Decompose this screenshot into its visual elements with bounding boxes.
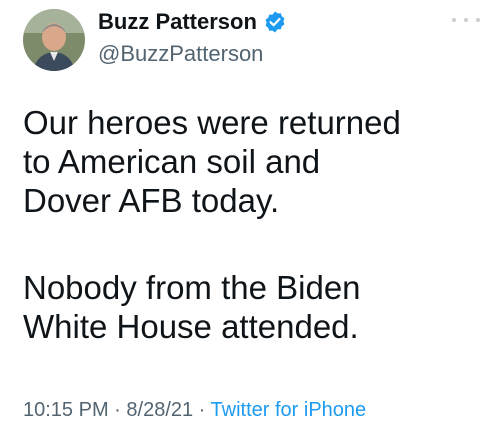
avatar[interactable] <box>23 9 85 71</box>
dot <box>464 18 468 22</box>
user-name[interactable]: Buzz Patterson <box>98 9 257 35</box>
dot <box>476 18 480 22</box>
tweet-text-paragraph: Nobody from the Biden White House attend… <box>23 269 361 345</box>
tweet-time[interactable]: 10:15 PM <box>23 399 109 421</box>
user-name-row: Buzz Patterson <box>98 9 287 35</box>
meta-separator: · <box>193 399 211 421</box>
more-options-icon[interactable] <box>452 12 480 28</box>
tweet-meta: 10:15 PM · 8/28/21 · Twitter for iPhone <box>23 397 366 423</box>
tweet-date[interactable]: 8/28/21 <box>126 399 193 421</box>
tweet-text-paragraph: Our heroes were returned to American soi… <box>23 104 401 219</box>
profile-photo-icon <box>23 9 85 71</box>
meta-separator: · <box>108 399 127 421</box>
verified-badge-icon <box>263 10 287 34</box>
user-handle[interactable]: @BuzzPatterson <box>98 41 263 67</box>
tweet-source-link[interactable]: Twitter for iPhone <box>211 399 367 421</box>
tweet-card: Buzz Patterson @BuzzPatterson Our heroes… <box>0 0 500 434</box>
dot <box>452 18 456 22</box>
